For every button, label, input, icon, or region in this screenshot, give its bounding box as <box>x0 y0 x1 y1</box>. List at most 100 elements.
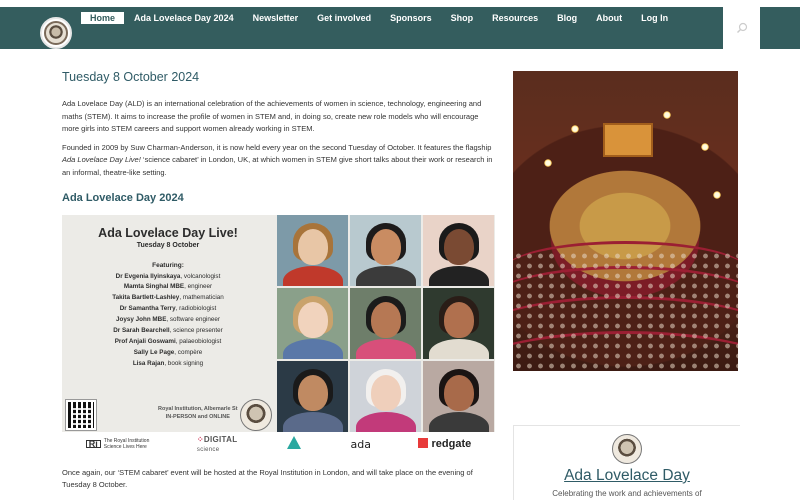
speaker-name: Mamta Singhal MBE <box>123 283 185 291</box>
triangle-sponsor-logo <box>285 436 303 452</box>
speaker-photo <box>423 360 494 432</box>
speaker-role: , book signing <box>164 359 204 367</box>
ada-logo: ada <box>350 437 371 451</box>
royal-institution-logo: Ri The Royal Institution Science Lives Her… <box>85 438 149 451</box>
speaker-role: , palaeobiologist <box>175 338 222 345</box>
ada-seal-icon <box>612 434 642 464</box>
light-icon <box>571 125 579 133</box>
digital-label: DIGITAL <box>203 435 238 445</box>
page-title: Tuesday 8 October 2024 <box>62 70 200 84</box>
speaker-role: , radiobiologist <box>175 305 217 313</box>
speaker-item: Lisa Rajan, book signing <box>62 359 274 370</box>
speaker-role: , software engineer <box>166 316 220 324</box>
light-icon <box>544 159 552 167</box>
banner-featuring: Featuring: <box>152 261 184 269</box>
speaker-item: Mamta Singhal MBE, engineer <box>62 282 274 293</box>
nav-item-home[interactable]: Home <box>81 12 125 24</box>
nav-item-ada-lovelace-day-2024[interactable]: Ada Lovelace Day 2024 <box>125 12 243 24</box>
shoulders-shape <box>355 411 416 432</box>
face-shape <box>297 375 328 412</box>
nav-item-about[interactable]: About <box>587 12 631 24</box>
light-icon <box>701 143 709 151</box>
dots-icon: ⁘ <box>196 435 204 445</box>
speaker-role: , mathematician <box>179 294 224 302</box>
main-content: Tuesday 8 October 2024 Ada Lovelace Day … <box>62 70 496 492</box>
site-logo[interactable] <box>40 17 72 49</box>
redgate-label: redgate <box>431 438 472 451</box>
redgate-icon <box>418 438 429 449</box>
search-icon <box>736 22 747 33</box>
nav-item-resources[interactable]: Resources <box>483 12 547 24</box>
speaker-photo <box>350 287 421 359</box>
shoulders-shape <box>282 338 343 359</box>
speaker-name: Dr Samantha Terry <box>119 305 176 313</box>
widget-tagline: Celebrating the work and achievements of <box>552 489 702 498</box>
audience <box>513 251 738 371</box>
speaker-photo <box>423 214 494 286</box>
search-button[interactable] <box>723 7 760 49</box>
speaker-item: Joysy John MBE, software engineer <box>62 315 274 326</box>
history-paragraph: Founded in 2009 by Suw Charman-Anderson,… <box>62 142 496 180</box>
digital-science-logo: ⁘DIGITAL science <box>197 435 238 453</box>
speaker-name: Joysy John MBE <box>116 316 167 324</box>
face-shape <box>443 375 474 412</box>
shoulders-shape <box>282 265 343 286</box>
speaker-name: Takita Bartlett-Lashley <box>112 294 180 302</box>
speaker-photo <box>350 360 421 432</box>
speaker-photo <box>277 287 348 359</box>
nav-item-shop[interactable]: Shop <box>442 12 483 24</box>
speaker-name: Dr Evgenia Ilyinskaya <box>115 272 181 280</box>
venue-format: IN-PERSON and ONLINE <box>165 413 230 420</box>
speaker-photo <box>277 360 348 432</box>
speaker-role: , compère <box>174 348 203 356</box>
speaker-item: Dr Evgenia Ilyinskaya, volcanologist <box>62 272 274 283</box>
banner-title: Ada Lovelace Day Live! <box>98 225 238 240</box>
speaker-name: Prof Anjali Goswami <box>114 338 176 345</box>
speaker-item: Takita Bartlett-Lashley, mathematician <box>62 293 274 304</box>
theatre-photo[interactable] <box>513 71 738 371</box>
banner-text: Ada Lovelace Day Live! Tuesday 8 October… <box>62 215 274 430</box>
ada-seal-icon <box>240 398 272 431</box>
speaker-role: , science presenter <box>169 327 223 335</box>
seal-icon <box>44 21 68 45</box>
nav-item-log-in[interactable]: Log In <box>632 12 677 24</box>
nav-item-get-involved[interactable]: Get involved <box>308 12 380 24</box>
qr-code <box>65 398 97 431</box>
main-menu: Home Ada Lovelace Day 2024 Newsletter Get i… <box>81 12 678 24</box>
speaker-name: Sally Le Page <box>133 348 175 356</box>
event-banner-image[interactable]: Ada Lovelace Day Live! Tuesday 8 October… <box>62 214 495 457</box>
widget-title-link[interactable]: Ada Lovelace Day <box>514 467 740 485</box>
speaker-name: Dr Sarah Bearchell <box>113 327 170 335</box>
nav-item-blog[interactable]: Blog <box>548 12 586 24</box>
speaker-photo <box>277 214 348 286</box>
face-shape <box>443 229 474 266</box>
sidebar-widget: Ada Lovelace Day Celebrating the work an… <box>513 425 740 500</box>
ri-tagline: Science Lives Here <box>103 444 147 451</box>
intro-paragraph: Ada Lovelace Day (ALD) is an internation… <box>62 99 482 134</box>
section-title: Ada Lovelace Day 2024 <box>62 191 184 204</box>
venue-line: Royal Institution, Albemarle St <box>158 405 238 412</box>
speaker-item: Prof Anjali Goswami, palaeobiologist <box>62 337 274 348</box>
nav-item-sponsors[interactable]: Sponsors <box>381 12 441 24</box>
sponsor-strip: Ri The Royal Institution Science Lives Her… <box>62 431 495 457</box>
speaker-role: , volcanologist <box>180 272 221 280</box>
redgate-logo: redgate <box>418 438 471 450</box>
face-shape <box>370 229 401 266</box>
face-shape <box>443 302 474 339</box>
speaker-photo-grid <box>275 214 495 432</box>
history-text: Founded in 2009 by Suw Charman-Anderson,… <box>62 142 492 152</box>
face-shape <box>297 229 328 266</box>
speaker-role: , engineer <box>184 283 213 291</box>
nav-item-newsletter[interactable]: Newsletter <box>244 12 308 24</box>
speaker-item: Dr Samantha Terry, radiobiologist <box>62 304 274 315</box>
light-icon <box>663 111 671 119</box>
lecture-desk <box>603 123 653 157</box>
face-shape <box>370 375 401 412</box>
shoulders-shape <box>428 265 489 286</box>
face-shape <box>370 302 401 339</box>
speaker-photo <box>350 214 421 286</box>
speaker-item: Dr Sarah Bearchell, science presenter <box>62 326 274 337</box>
light-icon <box>713 191 721 199</box>
shoulders-shape <box>282 411 343 432</box>
digital-sub: science <box>196 447 220 454</box>
